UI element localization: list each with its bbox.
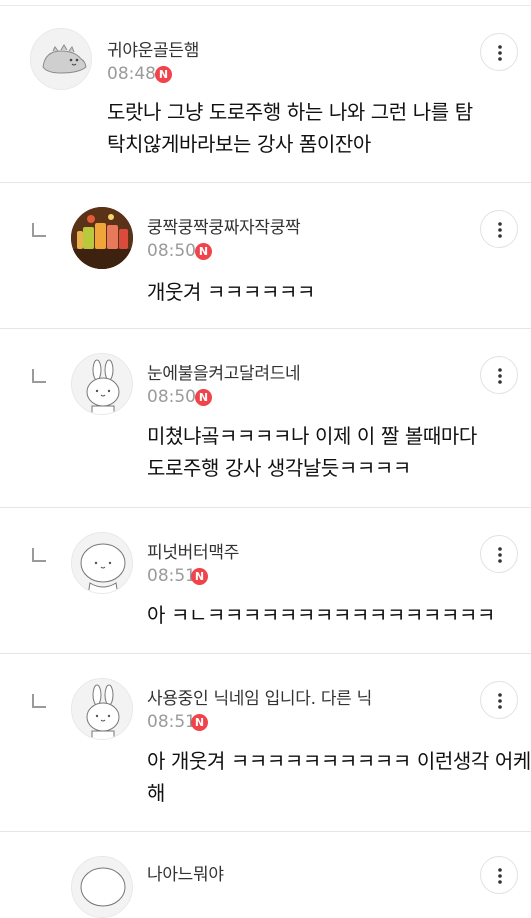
more-options-button[interactable] [480, 33, 518, 71]
drinks-photo-avatar[interactable] [71, 207, 133, 269]
more-options-button[interactable] [480, 356, 518, 394]
more-options-button[interactable] [480, 210, 518, 248]
vertical-dots-icon [498, 868, 502, 884]
round-face-avatar[interactable] [71, 532, 133, 594]
vertical-dots-icon [498, 547, 502, 563]
comment-text: 미쳤냐곸ㅋㅋㅋㅋ나 이제 이 짤 볼때마다 도로주행 강사 생각날듯ㅋㅋㅋㅋ [147, 420, 477, 484]
new-badge: N [191, 714, 208, 731]
comment-text-line: 개웃겨 ㅋㅋㅋㅋㅋㅋ [147, 280, 315, 304]
comment-item: 귀야운골든햄 08:48 N 도랏나 그냥 도로주행 하는 나와 그런 나를 탐… [0, 6, 531, 183]
new-badge: N [195, 243, 212, 260]
comment-text-line: 아 ㅋㄴㅋㅋㅋㅋㅋㅋㅋㅋㅋㅋㅋㅋㅋㅋㅋㅋ [147, 603, 495, 627]
comment-time: 08:51 [147, 566, 196, 586]
comment-text-line: 해 [147, 781, 165, 805]
comment-nickname[interactable]: 쿵짝쿵짝쿵짜자작쿵짝 [147, 213, 301, 238]
comment-text: 도랏나 그냥 도로주행 하는 나와 그런 나를 탐 탁치않게바라보는 강사 폼이… [107, 96, 473, 160]
rabbit-avatar[interactable] [71, 353, 133, 415]
vertical-dots-icon [498, 45, 502, 61]
reply-item: 피넛버터맥주 08:51 N 아 ㅋㄴㅋㅋㅋㅋㅋㅋㅋㅋㅋㅋㅋㅋㅋㅋㅋㅋ [0, 508, 531, 654]
comment-nickname[interactable]: 귀야운골든햄 [107, 36, 199, 61]
rabbit-avatar[interactable] [71, 678, 133, 740]
comment-text-line: 아 개웃겨 ㅋㅋㅋㅋㅋㅋㅋㅋㅋㅋ 이런생각 어케 [147, 749, 531, 773]
vertical-dots-icon [498, 222, 502, 238]
comment-nickname[interactable]: 눈에불을켜고달려드네 [147, 359, 301, 384]
more-options-button[interactable] [480, 856, 518, 894]
comment-nickname[interactable]: 나아느뭐야 [147, 860, 224, 885]
round-face-avatar[interactable] [71, 856, 133, 918]
comment-text-line: 도로주행 강사 생각날듯ㅋㅋㅋㅋ [147, 456, 411, 480]
reply-item: 쿵짝쿵짝쿵짜자작쿵짝 08:50 N 개웃겨 ㅋㅋㅋㅋㅋㅋ [0, 183, 531, 329]
reply-item: 사용중인 닉네임 입니다. 다른 닉 08:51 N 아 개웃겨 ㅋㅋㅋㅋㅋㅋㅋ… [0, 654, 531, 832]
new-badge: N [191, 568, 208, 585]
comment-time: 08:50 [147, 241, 196, 261]
comment-text-line: 도랏나 그냥 도로주행 하는 나와 그런 나를 탐 [107, 100, 473, 124]
vertical-dots-icon [498, 368, 502, 384]
more-options-button[interactable] [480, 681, 518, 719]
comment-time: 08:51 [147, 712, 196, 732]
reply-item: 눈에불을켜고달려드네 08:50 N 미쳤냐곸ㅋㅋㅋㅋ나 이제 이 짤 볼때마다… [0, 329, 531, 508]
reply-arrow-icon [32, 694, 46, 708]
reply-arrow-icon [32, 548, 46, 562]
comment-time: 08:48 [107, 64, 156, 84]
comment-nickname[interactable]: 사용중인 닉네임 입니다. 다른 닉 [147, 684, 372, 709]
reply-arrow-icon [32, 369, 46, 383]
comment-text-line: 미쳤냐곸ㅋㅋㅋㅋ나 이제 이 짤 볼때마다 [147, 424, 477, 448]
comment-text: 개웃겨 ㅋㅋㅋㅋㅋㅋ [147, 276, 315, 308]
new-badge: N [155, 66, 172, 83]
reply-item: 나아느뭐야 [0, 832, 531, 918]
comment-text: 아 개웃겨 ㅋㅋㅋㅋㅋㅋㅋㅋㅋㅋ 이런생각 어케 해 [147, 745, 531, 809]
more-options-button[interactable] [480, 535, 518, 573]
comment-text: 아 ㅋㄴㅋㅋㅋㅋㅋㅋㅋㅋㅋㅋㅋㅋㅋㅋㅋㅋ [147, 599, 495, 631]
comment-text-line: 탁치않게바라보는 강사 폼이잔아 [107, 132, 371, 156]
dinosaur-avatar[interactable] [30, 28, 92, 90]
reply-arrow-icon [32, 223, 46, 237]
vertical-dots-icon [498, 693, 502, 709]
new-badge: N [195, 389, 212, 406]
comment-nickname[interactable]: 피넛버터맥주 [147, 538, 239, 563]
comment-time: 08:50 [147, 387, 196, 407]
